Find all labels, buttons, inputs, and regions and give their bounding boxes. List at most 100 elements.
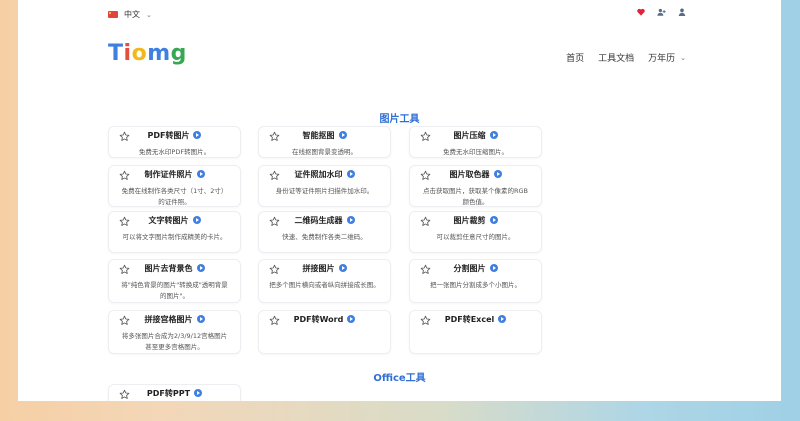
tool-card[interactable]: 文字转图片可以将文字图片制作成精美的卡片。 [108,211,241,253]
tool-card-desc: 在线抠图背景变透明。 [292,148,357,156]
tool-card-title-row: 制作证件照片 [109,169,240,180]
nav-calendar[interactable]: 万年历 ⌄ [648,51,686,65]
arrow-badge-icon [346,170,355,178]
arrow-badge-icon [196,315,205,323]
tool-card[interactable]: PDF转图片免费无水印PDF转图片。 [108,126,241,158]
tool-card-title: 图片取色器 [449,170,490,179]
nav-home[interactable]: 首页 [566,51,584,64]
arrow-badge-icon [192,216,201,224]
tool-card[interactable]: 图片去背景色将"纯色背景的图片"转换成"透明背景的图片"。 [108,259,241,303]
tool-card-desc: 免费无水印压缩图片。 [443,148,508,156]
tool-card-title: 证件照加水印 [294,170,343,179]
nav-calendar-label: 万年历 [648,54,676,64]
heart-icon[interactable] [637,8,645,16]
logo-letter: o [131,41,148,66]
tool-card[interactable]: 图片取色器点击获取图片，获取某个像素的RGB颜色值。 [409,165,542,207]
page: 中文 ⌄ Tiomg 首页 工具文档 万年历 ⌄ 图片工具 Office工具 PD… [18,0,781,401]
tool-card[interactable]: 证件照加水印身份证等证件照片扫描件加水印。 [258,165,391,207]
arrow-badge-icon [338,264,347,272]
tool-card-title: 分割图片 [453,264,486,273]
tool-card[interactable]: 二维码生成器快速、免费制作各类二维码。 [258,211,391,253]
tool-card-title: PDF转Excel [444,315,495,324]
main-nav: 首页 工具文档 万年历 ⌄ [566,51,686,65]
tool-card-desc: 把一张图片分割成多个小图片。 [430,281,521,289]
tool-card-title: 智能抠图 [302,131,335,140]
tool-card-desc: 身份证等证件照片扫描件加水印。 [275,187,374,195]
logo-letter: m [147,41,171,66]
tool-card-title: PDF转PPT [146,389,191,398]
tool-card-title-row: 智能抠图 [259,130,390,141]
section-title-image-tools: 图片工具 [379,114,420,125]
arrow-badge-icon [489,264,498,272]
tool-card-title: PDF转图片 [147,131,190,140]
top-icons [637,8,686,16]
arrow-badge-icon [489,131,498,139]
tool-card[interactable]: 制作证件照片免费在线制作各类尺寸（1寸、2寸）的证件照。 [108,165,241,207]
tool-card-title-row: 证件照加水印 [259,169,390,180]
tool-card-desc: 可以裁剪任意尺寸的图片。 [436,233,515,241]
tool-card-title: 图片裁剪 [453,216,486,225]
tool-card[interactable]: 拼接图片把多个图片横向或者纵向拼接成长图。 [258,259,391,303]
tool-card-title: 图片压缩 [453,131,486,140]
logo-letter: T [108,41,124,66]
chevron-down-icon: ⌄ [146,10,152,19]
tool-card-desc: 将"纯色背景的图片"转换成"透明背景的图片"。 [121,281,228,300]
tool-card-title-row: 二维码生成器 [259,215,390,226]
logo-letter: i [123,41,132,66]
tool-card-title: 二维码生成器 [294,216,343,225]
arrow-badge-icon [194,389,203,397]
china-flag-icon [108,11,118,18]
nav-docs[interactable]: 工具文档 [598,51,634,64]
topbar: 中文 ⌄ [18,0,781,28]
language-selector[interactable]: 中文 ⌄ [108,9,152,20]
tool-card-title-row: 分割图片 [410,263,541,274]
tool-card-title-row: 拼接宫格图片 [109,314,240,325]
tool-card[interactable]: PDF转Excel [409,310,542,354]
tool-card-title: 图片去背景色 [144,264,193,273]
tool-card[interactable]: 智能抠图在线抠图背景变透明。 [258,126,391,158]
tool-card-desc: 可以将文字图片制作成精美的卡片。 [122,233,227,241]
arrow-badge-icon [493,170,502,178]
arrow-badge-icon [196,170,205,178]
site-logo[interactable]: Tiomg [108,41,187,66]
tool-card[interactable]: 图片压缩免费无水印压缩图片。 [409,126,542,158]
tool-card-desc: 免费无水印PDF转图片。 [138,148,211,156]
arrow-badge-icon [347,315,356,323]
arrow-badge-icon [193,131,202,139]
add-user-icon[interactable] [657,8,666,16]
chevron-down-icon: ⌄ [680,53,686,62]
tool-card-desc: 点击获取图片，获取某个像素的RGB颜色值。 [422,187,528,206]
tool-card-desc: 把多个图片横向或者纵向拼接成长图。 [269,281,380,289]
arrow-badge-icon [338,131,347,139]
tool-card[interactable]: 图片裁剪可以裁剪任意尺寸的图片。 [409,211,542,253]
section-title-office-tools: Office工具 [373,373,426,384]
tool-card[interactable]: 拼接宫格图片将多张图片合成为2/3/9/12宫格图片甚至更多宫格图片。 [108,310,241,354]
tool-card-desc: 将多张图片合成为2/3/9/12宫格图片甚至更多宫格图片。 [121,332,228,351]
tool-card-title: 拼接图片 [302,264,335,273]
tool-card-title: 制作证件照片 [144,170,193,179]
tool-card[interactable]: PDF转Word [258,310,391,354]
arrow-badge-icon [196,264,205,272]
tool-card-desc: 快速、免费制作各类二维码。 [282,233,367,241]
tool-card[interactable]: PDF转PPT [108,384,241,401]
tool-card-title: 拼接宫格图片 [144,315,193,324]
tool-card-title-row: PDF转图片 [109,130,240,141]
tool-card-title-row: 文字转图片 [109,215,240,226]
language-label: 中文 [124,10,140,19]
tool-card-title-row: PDF转Excel [410,314,541,325]
tool-card-title: 文字转图片 [148,216,189,225]
arrow-badge-icon [489,216,498,224]
tool-card-title-row: 图片取色器 [410,169,541,180]
tool-card-desc: 免费在线制作各类尺寸（1寸、2寸）的证件照。 [121,187,228,206]
user-icon[interactable] [678,8,686,16]
tool-card-title-row: 图片去背景色 [109,263,240,274]
tool-card-title-row: PDF转PPT [109,388,240,399]
tool-card[interactable]: 分割图片把一张图片分割成多个小图片。 [409,259,542,303]
arrow-badge-icon [498,315,507,323]
tool-card-title-row: PDF转Word [259,314,390,325]
tool-card-title-row: 拼接图片 [259,263,390,274]
tool-card-title-row: 图片压缩 [410,130,541,141]
tool-card-title-row: 图片裁剪 [410,215,541,226]
logo-letter: g [170,41,187,66]
tool-card-title: PDF转Word [293,315,344,324]
